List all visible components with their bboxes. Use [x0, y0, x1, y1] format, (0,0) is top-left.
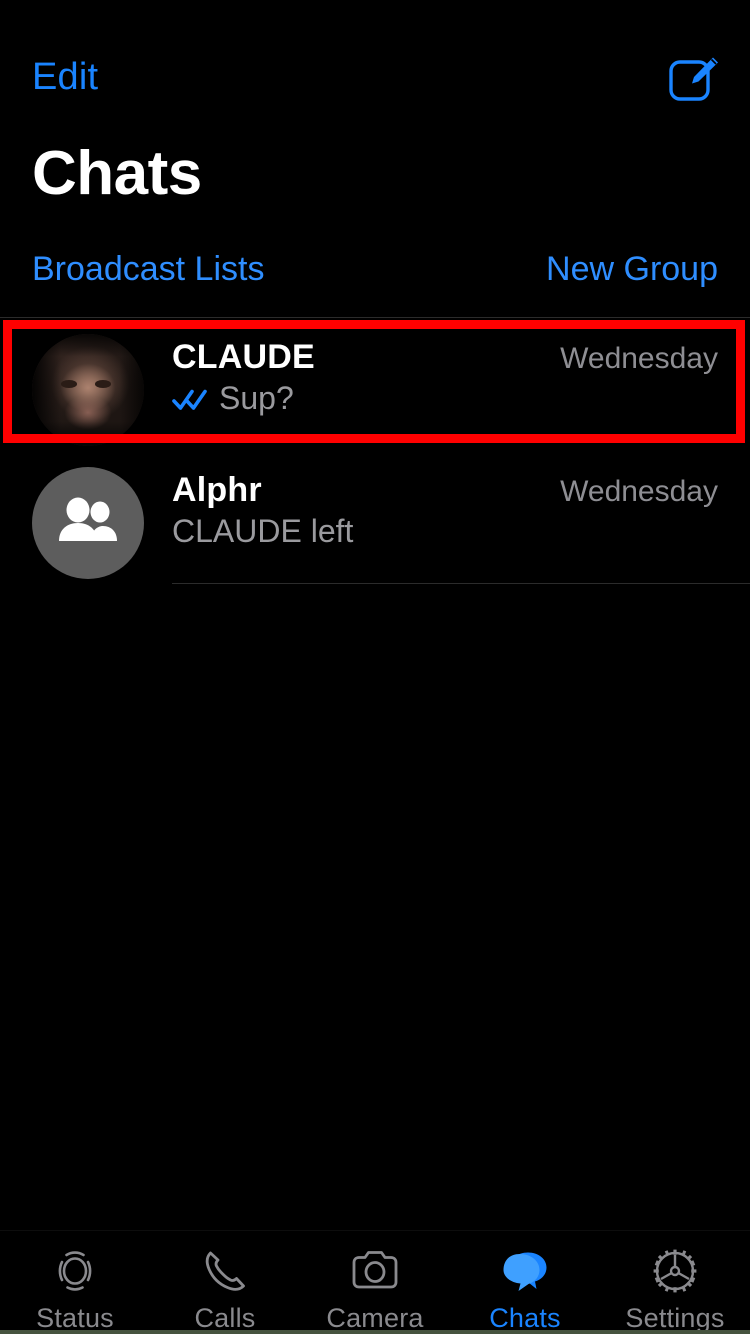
camera-icon	[347, 1243, 403, 1299]
row-divider	[172, 583, 750, 584]
broadcast-lists-button[interactable]: Broadcast Lists	[32, 248, 264, 291]
chat-preview-line: Sup?	[172, 380, 294, 417]
avatar-photo	[32, 334, 144, 446]
chat-bubbles-icon	[497, 1243, 553, 1299]
group-avatar-icon	[32, 467, 144, 579]
tab-chats[interactable]: Chats	[450, 1231, 600, 1334]
chat-preview-text: Sup?	[219, 380, 294, 416]
sub-actions-row: Broadcast Lists New Group	[0, 248, 750, 300]
chat-timestamp: Wednesday	[560, 342, 718, 375]
tab-camera[interactable]: Camera	[300, 1231, 450, 1334]
avatar[interactable]	[32, 334, 144, 446]
table-row[interactable]: CLAUDE Wednesday Sup?	[0, 318, 750, 451]
chat-row-body: Alphr Wednesday CLAUDE left	[172, 451, 750, 584]
double-check-icon	[172, 386, 210, 412]
avatar[interactable]	[32, 467, 144, 579]
chat-timestamp: Wednesday	[560, 475, 718, 508]
new-group-button[interactable]: New Group	[546, 248, 718, 291]
tab-settings[interactable]: Settings	[600, 1231, 750, 1334]
chat-row-body: CLAUDE Wednesday Sup?	[172, 318, 750, 451]
chat-name: Alphr	[172, 471, 262, 509]
whatsapp-chats-screen: Edit Chats Broadcast Lists New Group CLA…	[0, 0, 750, 1334]
page-title: Chats	[32, 139, 202, 208]
compose-icon[interactable]	[666, 50, 722, 106]
edit-button[interactable]: Edit	[32, 58, 98, 96]
chat-title-line: Alphr Wednesday	[172, 471, 718, 510]
tab-calls[interactable]: Calls	[150, 1231, 300, 1334]
home-indicator	[0, 1330, 750, 1334]
phone-icon	[197, 1243, 253, 1299]
navigation-bar: Edit	[0, 0, 750, 118]
gear-icon	[647, 1243, 703, 1299]
table-row[interactable]: Alphr Wednesday CLAUDE left	[0, 451, 750, 584]
status-rings-icon	[47, 1243, 103, 1299]
tab-bar: Status Calls Camera Chats Settings	[0, 1230, 750, 1334]
chat-list: CLAUDE Wednesday Sup? Alphr Wednesday CL…	[0, 318, 750, 584]
chat-title-line: CLAUDE Wednesday	[172, 338, 718, 377]
tab-status[interactable]: Status	[0, 1231, 150, 1334]
chat-preview-text: CLAUDE left	[172, 513, 354, 549]
chat-preview-line: CLAUDE left	[172, 513, 353, 550]
chat-name: CLAUDE	[172, 338, 315, 376]
